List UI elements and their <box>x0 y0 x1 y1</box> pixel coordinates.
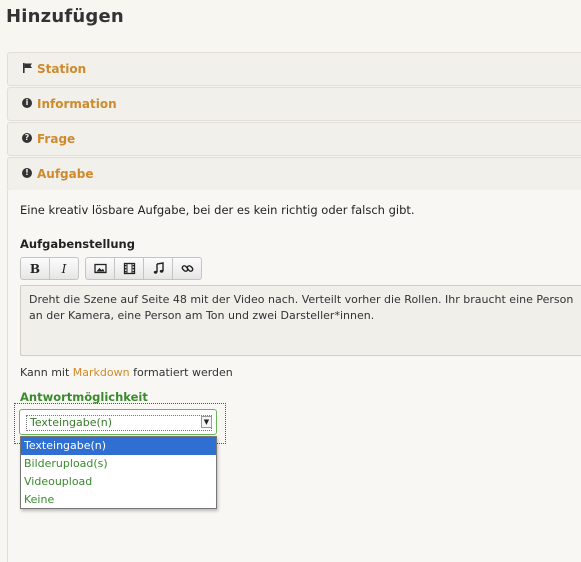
format-group: B I <box>20 257 79 280</box>
task-field-label: Aufgabenstellung <box>20 237 135 251</box>
info-icon: i <box>22 98 32 108</box>
panel-frage[interactable]: ? Frage <box>7 122 581 156</box>
editor-toolbar: B I <box>20 257 208 280</box>
panel-label-aufgabe: Aufgabe <box>37 167 94 181</box>
insert-audio-button[interactable] <box>143 257 173 280</box>
option-keine[interactable]: Keine <box>21 491 216 509</box>
panel-aufgabe[interactable]: ! Aufgabe <box>7 157 581 191</box>
exclamation-icon: ! <box>22 168 32 178</box>
link-icon <box>181 265 193 272</box>
answer-select-value: Texteingabe(n) <box>26 415 212 431</box>
italic-button[interactable]: I <box>49 257 79 280</box>
insert-image-button[interactable] <box>85 257 115 280</box>
insert-video-button[interactable] <box>114 257 144 280</box>
option-videoupload[interactable]: Videoupload <box>21 473 216 491</box>
task-textarea[interactable]: Dreht die Szene auf Seite 48 mit der Vid… <box>20 285 581 356</box>
music-icon <box>153 262 164 274</box>
media-group <box>85 257 202 280</box>
hint-suffix: formatiert werden <box>129 366 233 379</box>
answer-dropdown: Texteingabe(n) Bilderupload(s) Videouplo… <box>20 436 217 509</box>
markdown-link[interactable]: Markdown <box>73 366 130 379</box>
panel-station[interactable]: Station <box>7 52 581 86</box>
panel-label-frage: Frage <box>37 132 76 146</box>
option-bilderupload[interactable]: Bilderupload(s) <box>21 455 216 473</box>
panel-label-information: Information <box>37 97 117 111</box>
markdown-hint: Kann mit Markdown formatiert werden <box>20 366 233 379</box>
option-texteingabe[interactable]: Texteingabe(n) <box>21 437 216 455</box>
question-icon: ? <box>22 133 32 143</box>
image-icon <box>93 263 107 274</box>
panel-information[interactable]: i Information <box>7 87 581 121</box>
chevron-down-icon[interactable]: ▼ <box>201 416 212 428</box>
flag-icon <box>23 63 32 73</box>
film-icon <box>123 262 135 275</box>
insert-link-button[interactable] <box>172 257 202 280</box>
hint-prefix: Kann mit <box>20 366 73 379</box>
page-title: Hinzufügen <box>6 6 124 27</box>
task-description: Eine kreativ lösbare Aufgabe, bei der es… <box>20 203 415 217</box>
answer-select[interactable]: Texteingabe(n) ▼ <box>19 409 217 435</box>
panel-label-station: Station <box>37 62 87 76</box>
bold-button[interactable]: B <box>20 257 50 280</box>
answer-label: Antwortmöglichkeit <box>20 390 148 404</box>
